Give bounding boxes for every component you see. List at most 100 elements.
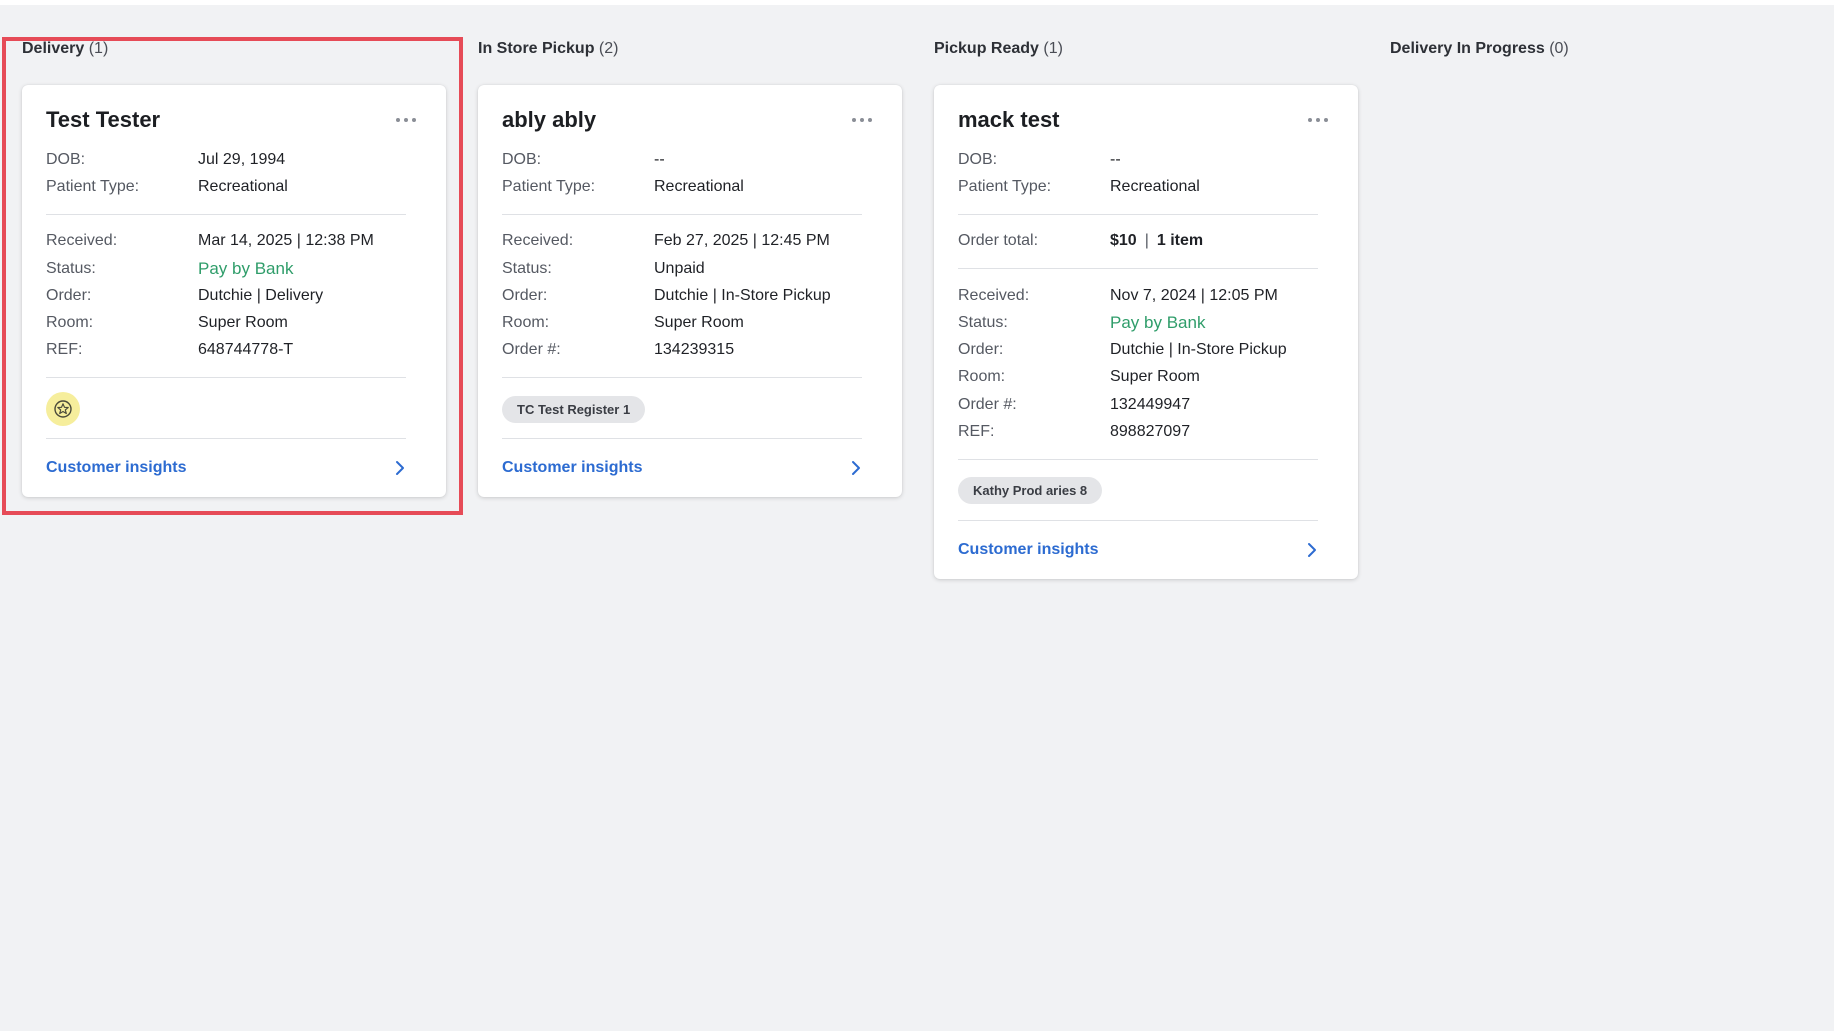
- status-value: Pay by Bank: [1110, 312, 1206, 332]
- customer-insights-label: Customer insights: [502, 459, 643, 477]
- more-options-icon[interactable]: [848, 112, 876, 128]
- field-value: 134239315: [654, 341, 735, 359]
- info-row-order: Order: Dutchie | Delivery: [46, 282, 426, 309]
- info-row-status: Status: Pay by Bank: [958, 309, 1338, 336]
- field-label: Received:: [502, 232, 574, 250]
- field-label: Patient Type:: [958, 177, 1052, 195]
- info-row-dob: DOB: --: [958, 146, 1338, 173]
- column-title: Pickup Ready: [934, 40, 1039, 57]
- field-value: Super Room: [1110, 368, 1200, 386]
- field-label: Room:: [502, 314, 550, 332]
- info-row-received: Received: Nov 7, 2024 | 12:05 PM: [958, 282, 1338, 309]
- field-value: Recreational: [1110, 177, 1200, 195]
- column-header: Delivery (1): [22, 38, 452, 60]
- more-options-icon[interactable]: [392, 112, 420, 128]
- field-label: Patient Type:: [502, 177, 596, 195]
- column-header: Pickup Ready (1): [934, 38, 1364, 60]
- info-row-room: Room: Super Room: [958, 364, 1338, 391]
- field-value: Super Room: [654, 314, 744, 332]
- info-row-dob: DOB: Jul 29, 1994: [46, 146, 426, 173]
- field-value: --: [1110, 150, 1121, 168]
- column-title: In Store Pickup: [478, 40, 595, 57]
- field-value: Dutchie | Delivery: [198, 286, 324, 304]
- info-row-room: Room: Super Room: [46, 309, 426, 336]
- field-label: Order:: [502, 286, 548, 304]
- field-value: Super Room: [198, 314, 288, 332]
- field-value: 648744778-T: [198, 341, 294, 359]
- field-value: Jul 29, 1994: [198, 150, 286, 168]
- column-title: Delivery In Progress: [1390, 40, 1545, 57]
- chevron-right-icon: [394, 460, 406, 476]
- field-value: Dutchie | In-Store Pickup: [654, 286, 831, 304]
- field-label: DOB:: [502, 150, 542, 168]
- top-bar: [0, 0, 1834, 5]
- customer-name: Test Tester: [46, 107, 161, 132]
- column-delivery: Delivery (1) Test Tester DOB: Jul 29, 19…: [22, 38, 452, 498]
- register-badge: TC Test Register 1: [502, 395, 646, 423]
- info-row-order-total: Order total: $10 | 1 item: [958, 228, 1338, 255]
- status-value: Unpaid: [654, 259, 705, 277]
- order-item-count: 1 item: [1156, 232, 1204, 250]
- order-card[interactable]: ably ably DOB: -- Patient Type: Recreati…: [478, 85, 902, 498]
- field-label: DOB:: [958, 150, 998, 168]
- more-options-icon[interactable]: [1304, 112, 1332, 128]
- customer-name: mack test: [958, 107, 1060, 132]
- info-row-received: Received: Mar 14, 2025 | 12:38 PM: [46, 228, 426, 255]
- field-value: Nov 7, 2024 | 12:05 PM: [1110, 286, 1278, 304]
- field-label: Order #:: [502, 341, 561, 359]
- field-label: Patient Type:: [46, 177, 140, 195]
- field-value: Feb 27, 2025 | 12:45 PM: [654, 232, 830, 250]
- field-label: DOB:: [46, 150, 86, 168]
- field-label: Order:: [958, 341, 1004, 359]
- info-row-patient-type: Patient Type: Recreational: [46, 173, 426, 200]
- column-count: (1): [88, 40, 109, 57]
- column-header: In Store Pickup (2): [478, 38, 908, 60]
- info-row-status: Status: Unpaid: [502, 255, 882, 282]
- order-total-amount: $10: [1110, 232, 1137, 250]
- field-value: Recreational: [198, 177, 288, 195]
- info-row-order-number: Order #: 134239315: [502, 337, 882, 364]
- field-label: REF:: [958, 423, 995, 441]
- field-label: Order:: [46, 286, 92, 304]
- field-value: 132449947: [1110, 395, 1191, 413]
- status-value: Pay by Bank: [198, 258, 294, 278]
- field-value: Dutchie | In-Store Pickup: [1110, 341, 1287, 359]
- field-label: Order total:: [958, 232, 1039, 250]
- info-row-received: Received: Feb 27, 2025 | 12:45 PM: [502, 228, 882, 255]
- field-label: REF:: [46, 341, 83, 359]
- customer-insights-link[interactable]: Customer insights: [46, 439, 406, 497]
- order-card[interactable]: Test Tester DOB: Jul 29, 1994 Patient Ty…: [22, 85, 446, 498]
- column-in-store-pickup: In Store Pickup (2) ably ably DOB: -- Pa…: [478, 38, 908, 498]
- info-row-patient-type: Patient Type: Recreational: [958, 173, 1338, 200]
- customer-insights-label: Customer insights: [958, 540, 1099, 558]
- column-count: (1): [1043, 40, 1063, 57]
- field-label: Room:: [46, 314, 94, 332]
- field-label: Order #:: [958, 395, 1017, 413]
- info-row-ref: REF: 648744778-T: [46, 337, 426, 364]
- column-count: (2): [598, 40, 619, 57]
- register-badge: Kathy Prod aries 8: [958, 477, 1103, 505]
- field-label: Room:: [958, 368, 1006, 386]
- info-row-order: Order: Dutchie | In-Store Pickup: [958, 336, 1338, 363]
- column-title: Delivery: [22, 40, 85, 57]
- field-label: Status:: [958, 313, 1008, 331]
- field-value: --: [654, 150, 665, 168]
- customer-insights-label: Customer insights: [46, 459, 187, 477]
- chevron-right-icon: [1306, 542, 1318, 558]
- field-value: 898827097: [1110, 423, 1191, 441]
- info-row-order-number: Order #: 132449947: [958, 391, 1338, 418]
- field-label: Received:: [958, 286, 1030, 304]
- info-row-order: Order: Dutchie | In-Store Pickup: [502, 282, 882, 309]
- field-label: Received:: [46, 232, 118, 250]
- order-total-separator: |: [1144, 232, 1149, 250]
- customer-insights-link[interactable]: Customer insights: [502, 439, 862, 497]
- order-card[interactable]: mack test DOB: -- Patient Type: Recreati…: [934, 85, 1358, 579]
- field-label: Status:: [502, 259, 552, 277]
- info-row-status: Status: Pay by Bank: [46, 255, 426, 282]
- info-row-ref: REF: 898827097: [958, 418, 1338, 445]
- column-delivery-in-progress: Delivery In Progress (0): [1390, 38, 1820, 60]
- customer-insights-link[interactable]: Customer insights: [958, 521, 1318, 579]
- star-badge-icon: [46, 392, 80, 427]
- column-header: Delivery In Progress (0): [1390, 38, 1820, 60]
- info-row-dob: DOB: --: [502, 146, 882, 173]
